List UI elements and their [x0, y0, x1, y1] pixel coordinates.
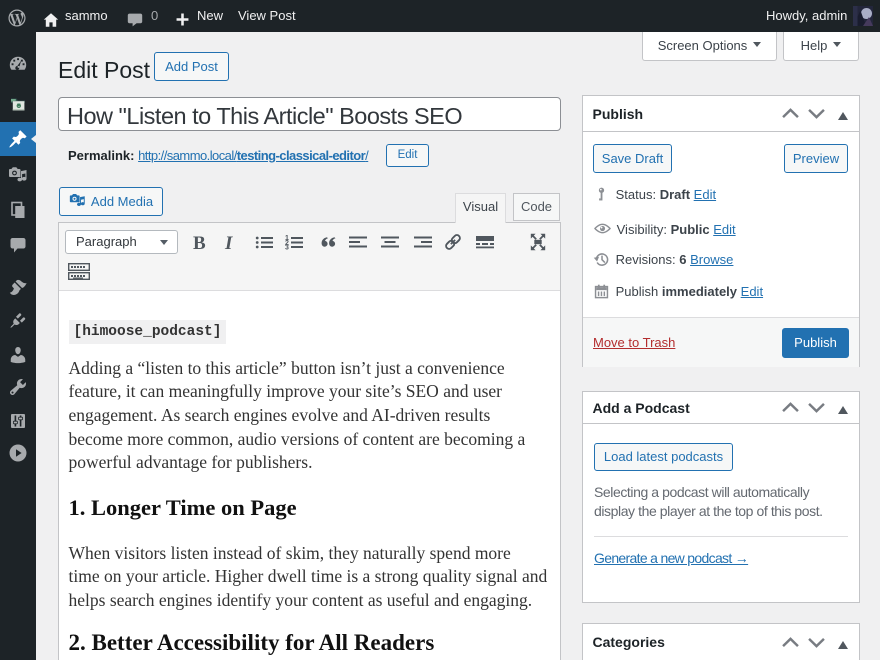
- svg-text:3: 3: [285, 245, 289, 252]
